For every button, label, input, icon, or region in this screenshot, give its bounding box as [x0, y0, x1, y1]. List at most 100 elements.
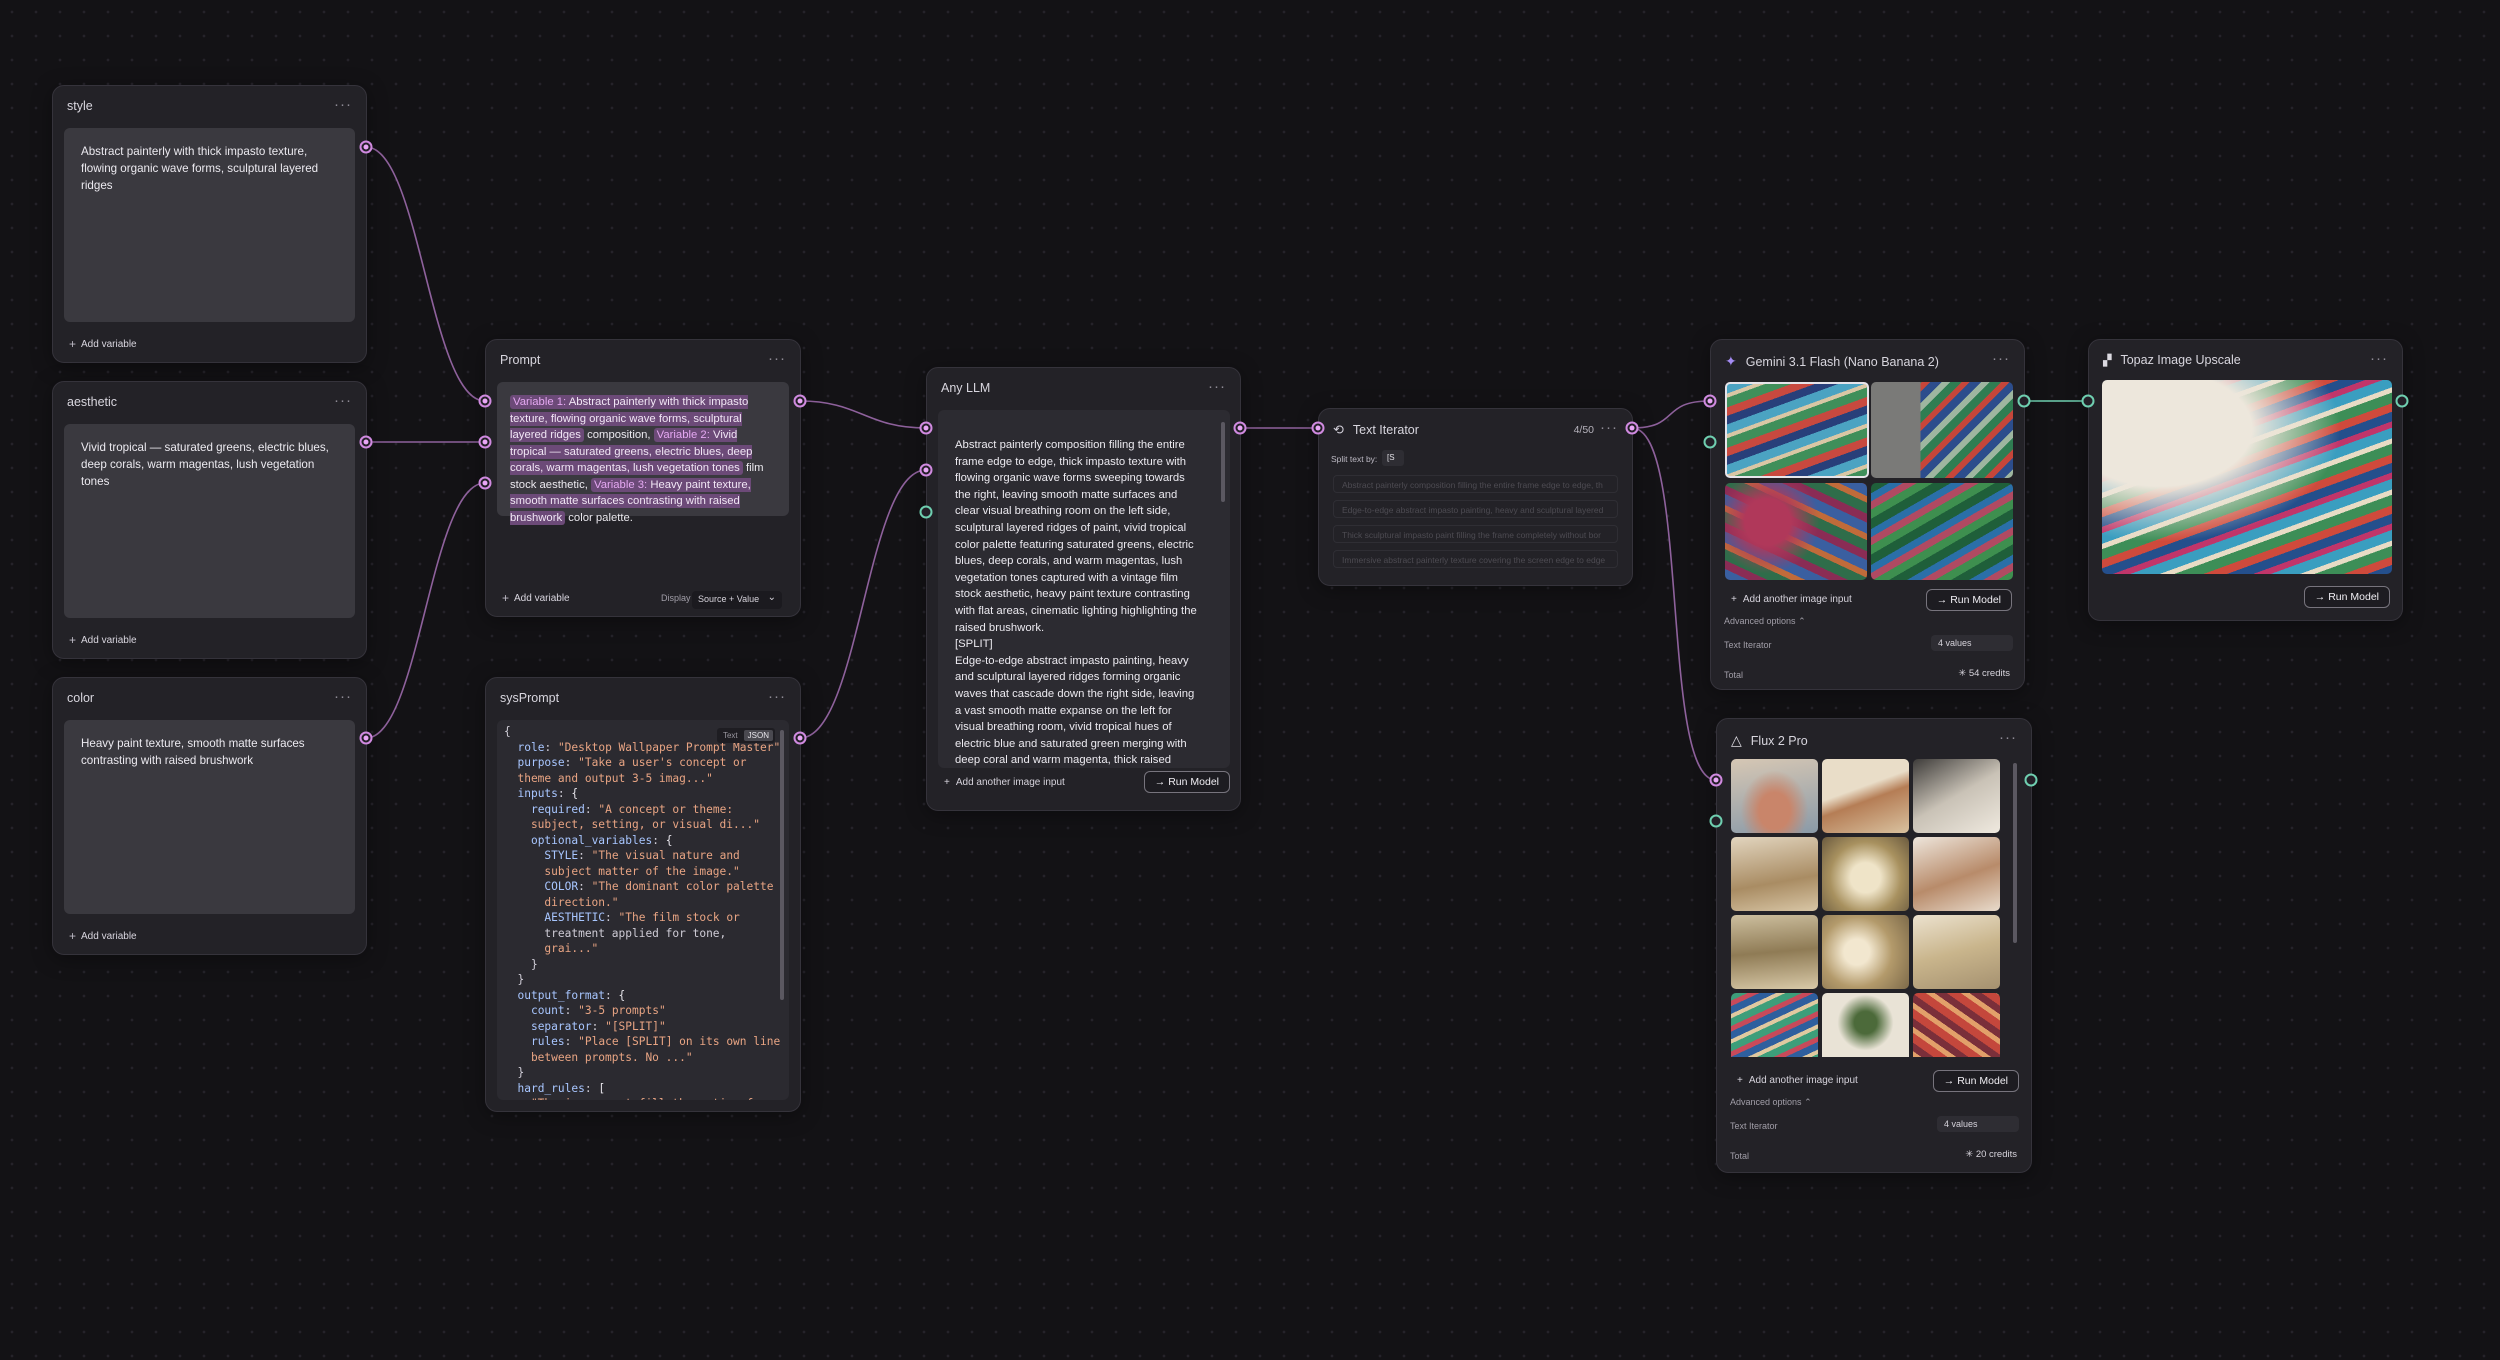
llm-prompt-input-port[interactable]: [919, 421, 933, 435]
more-horizontal-icon[interactable]: ···: [1999, 729, 2017, 746]
split-input[interactable]: [S: [1382, 450, 1404, 466]
sysprompt-node[interactable]: sysPrompt ··· Text JSON { role: "Desktop…: [485, 677, 801, 1112]
scrollbar[interactable]: [1221, 422, 1225, 502]
flux-prompt-input-port[interactable]: [1709, 773, 1723, 787]
tab-text[interactable]: Text: [719, 730, 742, 741]
sysprompt-output-port[interactable]: [793, 731, 807, 745]
output-image[interactable]: [1913, 837, 2000, 911]
wire-color-prompt: [365, 482, 486, 739]
more-horizontal-icon[interactable]: ···: [334, 392, 352, 409]
run-model-button[interactable]: → Run Model: [1143, 771, 1230, 793]
color-node[interactable]: color ··· Heavy paint texture, smooth ma…: [52, 677, 367, 955]
scrollbar[interactable]: [2013, 763, 2017, 943]
format-toggle[interactable]: Text JSON: [716, 728, 775, 743]
llm-output[interactable]: Abstract painterly composition filling t…: [938, 410, 1230, 768]
llm-image-input-port[interactable]: [919, 505, 933, 519]
more-horizontal-icon[interactable]: ···: [1992, 350, 2010, 367]
topaz-input-port[interactable]: [2081, 394, 2095, 408]
text-iterator-label: Text Iterator: [1730, 1121, 1778, 1131]
color-output-port[interactable]: [359, 731, 373, 745]
text-iterator-value[interactable]: 4 values: [1931, 635, 2013, 651]
code-line: }: [504, 1066, 525, 1079]
output-image[interactable]: [1731, 993, 1818, 1057]
text-iterator-node[interactable]: ⟲ Text Iterator 4/50 ··· Split text by: …: [1318, 408, 1633, 586]
iteration-item[interactable]: Edge-to-edge abstract impasto painting, …: [1333, 500, 1618, 518]
topaz-output-port[interactable]: [2395, 394, 2409, 408]
gemini-prompt-input-port[interactable]: [1703, 394, 1717, 408]
aesthetic-output-port[interactable]: [359, 435, 373, 449]
output-image[interactable]: [1725, 483, 1867, 580]
style-textarea[interactable]: Abstract painterly with thick impasto te…: [64, 128, 355, 322]
gemini-output-port[interactable]: [2017, 394, 2031, 408]
output-image[interactable]: [1731, 915, 1818, 989]
display-mode-select[interactable]: Source + Value ⌄: [692, 591, 782, 609]
iteration-item[interactable]: Immersive abstract painterly texture cov…: [1333, 550, 1618, 568]
output-image[interactable]: [1725, 382, 1869, 478]
add-image-input-button[interactable]: + Add another image input: [944, 777, 1065, 788]
iteration-item[interactable]: Thick sculptural impasto paint filling t…: [1333, 525, 1618, 543]
iteration-item[interactable]: Abstract painterly composition filling t…: [1333, 475, 1618, 493]
prompt-input-port-2[interactable]: [478, 435, 492, 449]
code-line: AESTHETIC: "The film stock or: [544, 911, 740, 924]
llm-node[interactable]: Any LLM ··· Abstract painterly compositi…: [926, 367, 1241, 811]
add-image-input-button[interactable]: + Add another image input: [1731, 594, 1852, 605]
advanced-options-toggle[interactable]: Advanced options ⌃: [1730, 1097, 1812, 1108]
scrollbar[interactable]: [780, 730, 784, 1000]
run-model-button[interactable]: → Run Model: [1925, 589, 2012, 611]
code-line: COLOR: "The dominant color palette: [544, 880, 774, 893]
style-node[interactable]: style ··· Abstract painterly with thick …: [52, 85, 367, 363]
more-horizontal-icon[interactable]: ···: [768, 350, 786, 367]
more-horizontal-icon[interactable]: ···: [334, 96, 352, 113]
output-image[interactable]: [1913, 915, 2000, 989]
credit-icon: ✳: [1958, 668, 1967, 679]
gemini-image-input-port[interactable]: [1703, 435, 1717, 449]
more-horizontal-icon[interactable]: ···: [2370, 350, 2388, 367]
text-iterator-value[interactable]: 4 values: [1937, 1116, 2019, 1132]
iterator-input-port[interactable]: [1311, 421, 1325, 435]
prompt-output-port[interactable]: [793, 394, 807, 408]
add-variable-button[interactable]: + Add variable: [502, 591, 570, 605]
advanced-options-toggle[interactable]: Advanced options ⌃: [1724, 616, 1806, 627]
add-image-input-button[interactable]: + Add another image input: [1737, 1075, 1858, 1086]
color-textarea[interactable]: Heavy paint texture, smooth matte surfac…: [64, 720, 355, 914]
aesthetic-textarea[interactable]: Vivid tropical — saturated greens, elect…: [64, 424, 355, 618]
output-image[interactable]: [1822, 759, 1909, 833]
aesthetic-node[interactable]: aesthetic ··· Vivid tropical — saturated…: [52, 381, 367, 659]
flux-node[interactable]: △ Flux 2 Pro ··· + Add another image inpu…: [1716, 718, 2032, 1173]
add-variable-button[interactable]: + Add variable: [69, 929, 137, 943]
llm-system-input-port[interactable]: [919, 463, 933, 477]
output-image[interactable]: [1822, 915, 1909, 989]
prompt-template-editor[interactable]: Variable 1: Abstract painterly with thic…: [497, 382, 789, 525]
output-image[interactable]: [1731, 837, 1818, 911]
arrow-right-icon: →: [1936, 594, 1948, 606]
prompt-input-port-1[interactable]: [478, 394, 492, 408]
gemini-node[interactable]: ✦ Gemini 3.1 Flash (Nano Banana 2) ··· +…: [1710, 339, 2025, 690]
output-image[interactable]: [1913, 993, 2000, 1057]
more-horizontal-icon[interactable]: ···: [1208, 378, 1226, 395]
run-model-button[interactable]: → Run Model: [2303, 586, 2390, 608]
output-image[interactable]: [1822, 837, 1909, 911]
topaz-node[interactable]: ▞ Topaz Image Upscale ··· → Run Model: [2088, 339, 2403, 621]
add-variable-button[interactable]: + Add variable: [69, 633, 137, 647]
prompt-input-port-3[interactable]: [478, 476, 492, 490]
output-image[interactable]: [1822, 993, 1909, 1057]
output-image[interactable]: [1871, 483, 2013, 580]
json-editor[interactable]: Text JSON { role: "Desktop Wallpaper Pro…: [497, 720, 789, 1100]
more-horizontal-icon[interactable]: ···: [768, 688, 786, 705]
repeat-icon: ⟲: [1333, 422, 1344, 437]
output-image[interactable]: [1871, 382, 2013, 478]
add-variable-button[interactable]: + Add variable: [69, 337, 137, 351]
llm-output-port[interactable]: [1233, 421, 1247, 435]
run-model-button[interactable]: → Run Model: [1932, 1070, 2019, 1092]
style-output-port[interactable]: [359, 140, 373, 154]
upscaled-image[interactable]: [2102, 380, 2392, 574]
flux-image-input-port[interactable]: [1709, 814, 1723, 828]
iterator-output-port[interactable]: [1625, 421, 1639, 435]
prompt-node[interactable]: Prompt ··· Variable 1: Abstract painterl…: [485, 339, 801, 617]
output-image[interactable]: [1731, 759, 1818, 833]
output-image[interactable]: [1913, 759, 2000, 833]
more-horizontal-icon[interactable]: ···: [1600, 419, 1618, 436]
more-horizontal-icon[interactable]: ···: [334, 688, 352, 705]
flux-output-port[interactable]: [2024, 773, 2038, 787]
tab-json[interactable]: JSON: [743, 730, 773, 741]
